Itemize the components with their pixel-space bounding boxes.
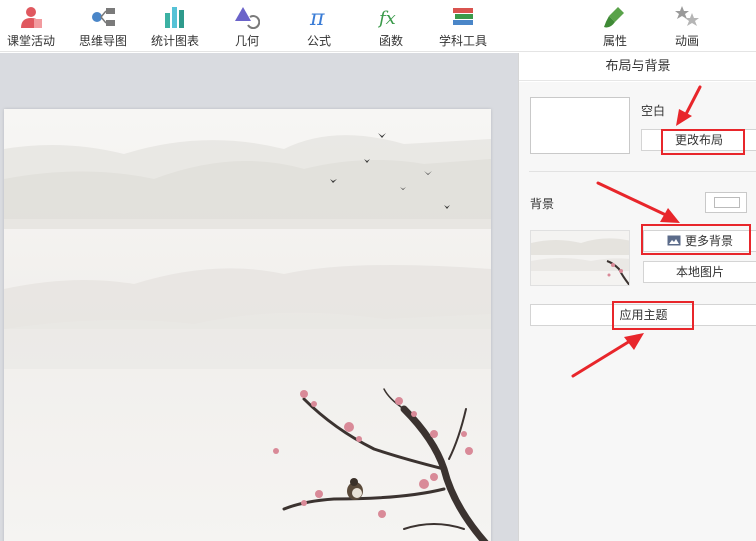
annotation-arrows bbox=[571, 85, 702, 378]
arrow-head-change-layout bbox=[676, 109, 692, 126]
arrow-head-more-backgrounds bbox=[660, 208, 680, 223]
